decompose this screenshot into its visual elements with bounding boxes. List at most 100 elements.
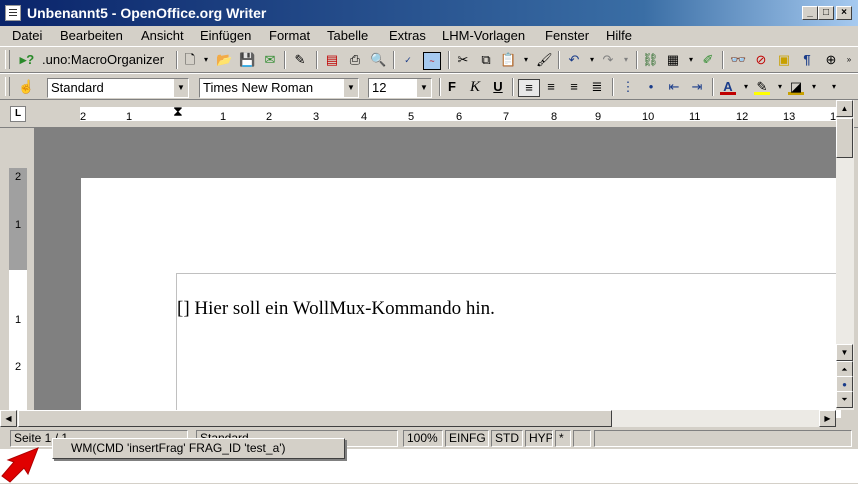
scroll-left-icon[interactable]: ◀ bbox=[0, 410, 17, 427]
title-bar[interactable]: Unbenannt5 - OpenOffice.org Writer _ □ × bbox=[0, 0, 858, 26]
menu-bearbeiten[interactable]: Bearbeiten bbox=[60, 28, 123, 43]
export-pdf-icon[interactable]: ▤ bbox=[324, 52, 340, 68]
popup-menu-item[interactable]: WM(CMD 'insertFrag' FRAG_ID 'test_a') bbox=[71, 441, 286, 455]
chevron-down-icon[interactable]: ▼ bbox=[343, 79, 358, 97]
align-right-icon[interactable]: ≡ bbox=[566, 79, 582, 95]
scroll-right-icon[interactable]: ▶ bbox=[819, 410, 836, 427]
copy-icon[interactable]: ⧉ bbox=[478, 52, 494, 68]
format-paintbrush-icon[interactable]: 🖌 bbox=[536, 52, 553, 68]
paste-icon[interactable]: 📋 bbox=[500, 52, 516, 68]
horizontal-scroll-thumb[interactable] bbox=[18, 410, 612, 427]
zoom-icon[interactable]: ⊕ bbox=[823, 52, 839, 68]
redo-dropdown-icon[interactable]: ▾ bbox=[618, 52, 634, 68]
minimize-button[interactable]: _ bbox=[802, 6, 818, 20]
font-color-dropdown-icon[interactable]: ▾ bbox=[738, 79, 754, 95]
insert-mode-indicator[interactable]: EINFG bbox=[445, 430, 489, 447]
highlighting-dropdown-icon[interactable]: ▾ bbox=[772, 79, 788, 95]
text-area[interactable]: [] Hier soll ein WollMux-Kommando hin. bbox=[176, 273, 837, 411]
hyperlink-mode-indicator[interactable]: HYP bbox=[525, 430, 553, 447]
standard-toolbar: ▸? .uno:MacroOrganizer 🗋 ▾ 📂 💾 ✉ ✎ ▤ ⎙ 🔍… bbox=[0, 46, 858, 73]
zoom-indicator[interactable]: 100% bbox=[403, 430, 443, 447]
menu-format[interactable]: Format bbox=[269, 28, 310, 43]
cut-icon[interactable]: ✂ bbox=[455, 52, 471, 68]
background-color-dropdown-icon[interactable]: ▾ bbox=[806, 79, 822, 95]
find-replace-icon[interactable]: 👓 bbox=[730, 52, 746, 68]
show-draw-functions-icon[interactable]: ✐ bbox=[700, 52, 716, 68]
font-size-select[interactable]: 12 ▼ bbox=[368, 78, 432, 98]
scroll-down-icon[interactable]: ▼ bbox=[836, 344, 853, 361]
chevron-down-icon[interactable]: ▼ bbox=[416, 79, 431, 97]
paste-dropdown-icon[interactable]: ▾ bbox=[518, 52, 534, 68]
next-page-icon[interactable]: ⏷ bbox=[836, 391, 853, 408]
menu-lhm-vorlagen[interactable]: LHM-Vorlagen bbox=[442, 28, 525, 43]
menu-hilfe[interactable]: Hilfe bbox=[606, 28, 632, 43]
horizontal-scrollbar[interactable]: ◀ ▶ bbox=[0, 410, 836, 427]
menu-tabelle[interactable]: Tabelle bbox=[327, 28, 368, 43]
chevron-down-icon[interactable]: ▼ bbox=[173, 79, 188, 97]
toolbar-overflow-icon[interactable]: ▾ bbox=[826, 79, 842, 95]
document-text[interactable]: [] Hier soll ein WollMux-Kommando hin. bbox=[177, 298, 495, 320]
vertical-ruler[interactable]: 2 1 1 2 bbox=[0, 128, 34, 410]
menu-datei[interactable]: Datei bbox=[12, 28, 42, 43]
menu-fenster[interactable]: Fenster bbox=[545, 28, 589, 43]
toolbar-grip[interactable] bbox=[5, 50, 10, 69]
maximize-button[interactable]: □ bbox=[818, 6, 834, 20]
email-icon[interactable]: ✉ bbox=[262, 52, 278, 68]
toolbar-overflow-icon[interactable]: » bbox=[841, 52, 857, 68]
ruler-number: 8 bbox=[551, 111, 558, 123]
ruler-number: 2 bbox=[80, 111, 87, 123]
writer-app-icon[interactable] bbox=[5, 5, 21, 21]
nonprinting-characters-icon[interactable]: ¶ bbox=[799, 52, 815, 68]
print-icon[interactable]: ⎙ bbox=[347, 52, 363, 68]
horizontal-ruler[interactable]: L 2 1 ⧗ 1 2 3 4 5 6 7 8 9 10 11 12 13 1 bbox=[0, 100, 858, 128]
navigator-icon[interactable]: ⊘ bbox=[753, 52, 769, 68]
bullets-icon[interactable]: • bbox=[643, 79, 659, 95]
menu-extras[interactable]: Extras bbox=[389, 28, 426, 43]
decrease-indent-icon[interactable]: ⇤ bbox=[666, 79, 682, 95]
hyperlink-icon[interactable]: ⛓ bbox=[642, 52, 659, 68]
undo-dropdown-icon[interactable]: ▾ bbox=[584, 52, 600, 68]
vertical-scroll-thumb[interactable] bbox=[836, 118, 853, 158]
increase-indent-icon[interactable]: ⇥ bbox=[689, 79, 705, 95]
paragraph-style-select[interactable]: Standard ▼ bbox=[47, 78, 189, 98]
autospellcheck-icon[interactable]: ~ bbox=[423, 52, 441, 70]
vertical-scrollbar[interactable]: ▲ ▼ ⏶ ● ⏷ bbox=[836, 100, 854, 410]
redo-icon[interactable]: ↷ bbox=[600, 52, 616, 68]
close-button[interactable]: × bbox=[836, 6, 852, 20]
table-icon[interactable]: ▦ bbox=[665, 52, 681, 68]
save-icon[interactable]: 💾 bbox=[239, 52, 255, 68]
gallery-icon[interactable]: ▣ bbox=[776, 52, 792, 68]
spellcheck-icon[interactable]: ✓ bbox=[400, 52, 416, 68]
font-color-icon[interactable]: A bbox=[720, 79, 736, 95]
align-left-icon[interactable]: ≡ bbox=[518, 79, 540, 97]
underline-button[interactable]: U bbox=[490, 79, 506, 95]
ruler-scale[interactable]: 2 1 ⧗ 1 2 3 4 5 6 7 8 9 10 11 12 13 1 bbox=[80, 104, 838, 123]
run-macro-icon[interactable]: ▸? bbox=[14, 52, 40, 68]
menu-einfuegen[interactable]: Einfügen bbox=[200, 28, 251, 43]
ruler-number: 9 bbox=[595, 111, 602, 123]
edit-file-icon[interactable]: ✎ bbox=[292, 52, 308, 68]
highlighting-icon[interactable]: ✎ bbox=[754, 79, 770, 95]
numbering-icon[interactable]: ⋮ bbox=[620, 79, 636, 95]
align-center-icon[interactable]: ≡ bbox=[543, 79, 559, 95]
selection-mode-indicator[interactable]: STD bbox=[491, 430, 523, 447]
justify-icon[interactable]: ≣ bbox=[589, 79, 605, 95]
italic-button[interactable]: K bbox=[467, 79, 483, 95]
macro-organizer-button[interactable]: .uno:MacroOrganizer bbox=[42, 52, 164, 67]
bold-button[interactable]: F bbox=[444, 79, 460, 95]
toolbar-grip[interactable] bbox=[5, 77, 10, 96]
new-document-icon[interactable]: 🗋 bbox=[182, 52, 198, 68]
page-preview-icon[interactable]: 🔍 bbox=[370, 52, 386, 68]
font-name-select[interactable]: Times New Roman ▼ bbox=[199, 78, 359, 98]
open-folder-icon[interactable]: 📂 bbox=[216, 52, 232, 68]
menu-ansicht[interactable]: Ansicht bbox=[141, 28, 184, 43]
left-indent-marker-icon[interactable]: ⧗ bbox=[173, 104, 183, 118]
tab-stop-selector[interactable]: L bbox=[10, 106, 26, 122]
background-color-icon[interactable]: ◪ bbox=[788, 79, 804, 95]
table-dropdown-icon[interactable]: ▾ bbox=[683, 52, 699, 68]
digital-signature-indicator[interactable] bbox=[573, 430, 591, 447]
new-dropdown-icon[interactable]: ▾ bbox=[198, 52, 214, 68]
scroll-up-icon[interactable]: ▲ bbox=[836, 100, 853, 117]
styles-formatting-icon[interactable]: ☝ bbox=[18, 79, 34, 95]
undo-icon[interactable]: ↶ bbox=[566, 52, 582, 68]
